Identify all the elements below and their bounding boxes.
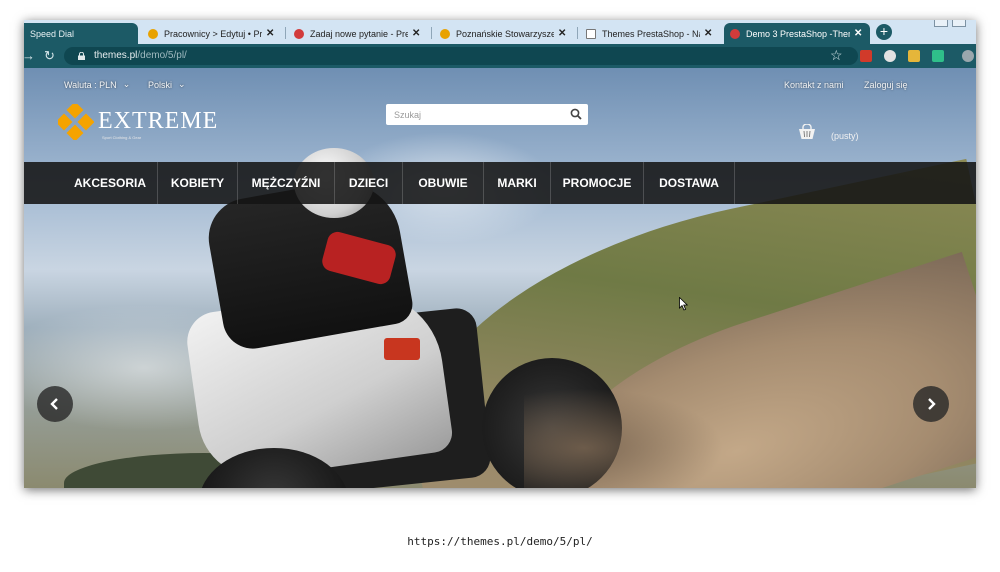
close-icon[interactable]: ✕	[412, 28, 422, 39]
prestashop-icon	[294, 28, 304, 39]
currency-label: Waluta : PLN	[64, 79, 117, 90]
tab-demo3-active[interactable]: Demo 3 PrestaShop -Themes ✕	[724, 23, 870, 44]
contact-link[interactable]: Kontakt z nami	[784, 80, 844, 90]
extension-icon[interactable]	[908, 50, 920, 62]
tab-title: Themes PrestaShop - Najlepsze	[602, 28, 700, 39]
login-link[interactable]: Zaloguj się	[864, 80, 908, 90]
close-icon[interactable]: ✕	[854, 28, 864, 39]
search-box	[386, 104, 588, 125]
menu-item-mezczyzni[interactable]: MĘŻCZYŹNI	[238, 162, 334, 204]
new-tab-button[interactable]: +	[876, 24, 892, 40]
tab-title: Demo 3 PrestaShop -Themes	[746, 28, 850, 39]
minimize-icon[interactable]	[934, 20, 948, 27]
menu-item-obuwie[interactable]: OBUWIE	[403, 162, 483, 204]
menu-item-marki[interactable]: MARKI	[484, 162, 550, 204]
menu-item-promocje[interactable]: PROMOCJE	[551, 162, 643, 204]
currency-selector[interactable]: Waluta : PLN ⌄	[64, 79, 130, 90]
tab-pracownicy[interactable]: Pracownicy > Edytuj • PrestaShop ✕	[142, 23, 282, 44]
menu-item-dostawa[interactable]: DOSTAWA	[644, 162, 734, 204]
tab-title: Poznańskie Stowarzyszenie	[456, 28, 554, 39]
close-icon[interactable]: ✕	[704, 28, 714, 39]
extension-icon[interactable]	[884, 50, 896, 62]
page-url-caption: https://themes.pl/demo/5/pl/	[407, 535, 593, 548]
search-input[interactable]	[394, 107, 564, 122]
site-logo[interactable]: EXTREME Sport Clothing & Gear	[58, 104, 228, 144]
dirt-spray	[524, 388, 724, 488]
logo-wordmark: EXTREME	[98, 108, 219, 134]
close-icon[interactable]: ✕	[558, 28, 568, 39]
forward-icon[interactable]: →	[24, 49, 35, 63]
tab-divider	[577, 27, 578, 39]
tab-zadaj-pytanie[interactable]: Zadaj nowe pytanie - PrestaShop ✕	[288, 23, 428, 44]
slider-prev-button[interactable]	[37, 386, 73, 422]
url-path: /demo/5/pl/	[137, 50, 187, 61]
address-bar-row: → ↻ themes.pl/demo/5/pl/ ☆	[24, 44, 976, 68]
url-host: themes.pl	[94, 50, 138, 61]
extension-icon[interactable]	[932, 50, 944, 62]
search-icon[interactable]	[570, 108, 582, 120]
prestashop-icon	[440, 28, 450, 39]
cart-status[interactable]: (pusty)	[831, 131, 859, 141]
chevron-right-icon	[928, 398, 936, 410]
tab-title: Pracownicy > Edytuj • PrestaShop	[164, 28, 262, 39]
language-selector[interactable]: Polski ⌄	[148, 79, 186, 90]
main-menu: AKCESORIA KOBIETY MĘŻCZYŹNI DZIECI OBUWI…	[24, 162, 976, 204]
url-field[interactable]: themes.pl/demo/5/pl/	[64, 47, 858, 65]
logo-diamond-icon	[58, 104, 94, 140]
chevron-left-icon	[50, 398, 58, 410]
tab-divider	[285, 27, 286, 39]
close-icon[interactable]: ✕	[266, 28, 276, 39]
prestashop-icon	[148, 28, 158, 39]
menu-item-akcesoria[interactable]: AKCESORIA	[64, 162, 156, 204]
tab-divider	[431, 27, 432, 39]
quad-taillight	[384, 338, 420, 360]
mouse-cursor-icon	[679, 297, 689, 311]
menu-divider	[734, 162, 735, 204]
cart-icon[interactable]	[797, 124, 817, 142]
tab-title: Speed Dial	[30, 28, 75, 39]
slider-next-button[interactable]	[913, 386, 949, 422]
tab-title: Zadaj nowe pytanie - PrestaShop	[310, 28, 408, 39]
themes-icon	[586, 28, 596, 39]
tab-themes-prestashop[interactable]: Themes PrestaShop - Najlepsze ✕	[580, 23, 720, 44]
language-label: Polski	[148, 79, 173, 90]
tab-strip: Speed Dial Pracownicy > Edytuj • PrestaS…	[24, 20, 976, 44]
restore-icon[interactable]	[952, 20, 966, 27]
prestashop-icon	[730, 28, 740, 39]
reload-icon[interactable]: ↻	[44, 49, 55, 63]
website-viewport: Waluta : PLN ⌄ Polski ⌄ Kontakt z nami Z…	[24, 68, 976, 488]
logo-tagline: Sport Clothing & Gear	[102, 135, 142, 140]
profile-avatar[interactable]	[962, 50, 974, 62]
menu-item-dzieci[interactable]: DZIECI	[335, 162, 402, 204]
tab-poznanskie[interactable]: Poznańskie Stowarzyszenie ✕	[434, 23, 574, 44]
extension-icon[interactable]	[860, 50, 872, 62]
browser-screenshot: Speed Dial Pracownicy > Edytuj • PrestaS…	[24, 20, 976, 488]
menu-item-kobiety[interactable]: KOBIETY	[158, 162, 237, 204]
bookmark-star-icon[interactable]: ☆	[830, 48, 843, 62]
chevron-down-icon: ⌄	[178, 79, 186, 89]
chevron-down-icon: ⌄	[122, 79, 131, 89]
tab-speed-dial[interactable]: Speed Dial	[24, 23, 138, 44]
lock-icon	[78, 52, 85, 60]
